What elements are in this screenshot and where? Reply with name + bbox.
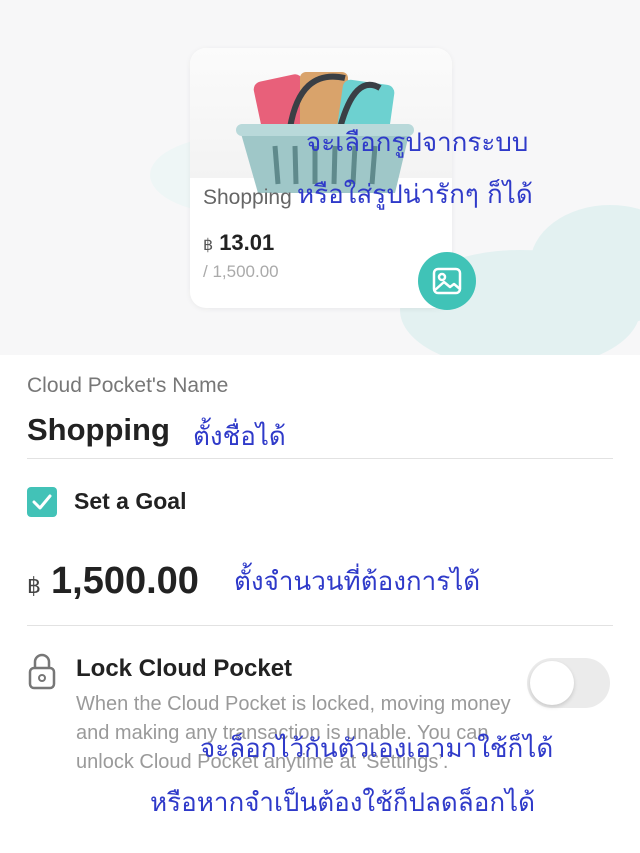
annotation-lock-line1: จะล็อกไว้กันตัวเองเอามาใช้ก็ได้: [200, 734, 554, 764]
toggle-knob: [530, 661, 574, 705]
currency-symbol: ฿: [27, 573, 41, 598]
change-image-button[interactable]: [418, 252, 476, 310]
pocket-card-amount: ฿ 13.01: [203, 230, 274, 256]
annotation-image-line2: หรือใส่รูปน่ารักๆ ก็ได้: [297, 180, 533, 210]
currency-symbol: ฿: [203, 237, 214, 254]
pocket-card-name: Shopping: [203, 186, 292, 209]
annotation-lock-line2: หรือหากจำเป็นต้องใช้ก็ปลดล็อกได้: [150, 788, 536, 818]
annotation-name: ตั้งชื่อได้: [193, 422, 286, 452]
pocket-name-label: Cloud Pocket's Name: [27, 374, 229, 397]
divider: [27, 458, 613, 459]
set-goal-checkbox[interactable]: [27, 487, 57, 517]
goal-amount-value: 1,500.00: [51, 560, 199, 602]
check-icon: [32, 494, 52, 510]
image-icon: [432, 267, 462, 295]
divider: [27, 625, 613, 626]
annotation-goal: ตั้งจำนวนที่ต้องการได้: [234, 567, 481, 597]
goal-amount-field[interactable]: ฿ 1,500.00: [27, 560, 199, 603]
lock-pocket-title: Lock Cloud Pocket: [76, 655, 293, 682]
set-goal-label: Set a Goal: [74, 488, 187, 514]
pocket-card-goal: / 1,500.00: [203, 262, 279, 281]
lock-pocket-toggle[interactable]: [527, 658, 610, 708]
pocket-name-field[interactable]: Shopping: [27, 412, 170, 448]
pocket-card-balance: 13.01: [219, 230, 275, 255]
annotation-image-line1: จะเลือกรูปจากระบบ: [306, 128, 529, 158]
lock-icon: [28, 653, 56, 690]
